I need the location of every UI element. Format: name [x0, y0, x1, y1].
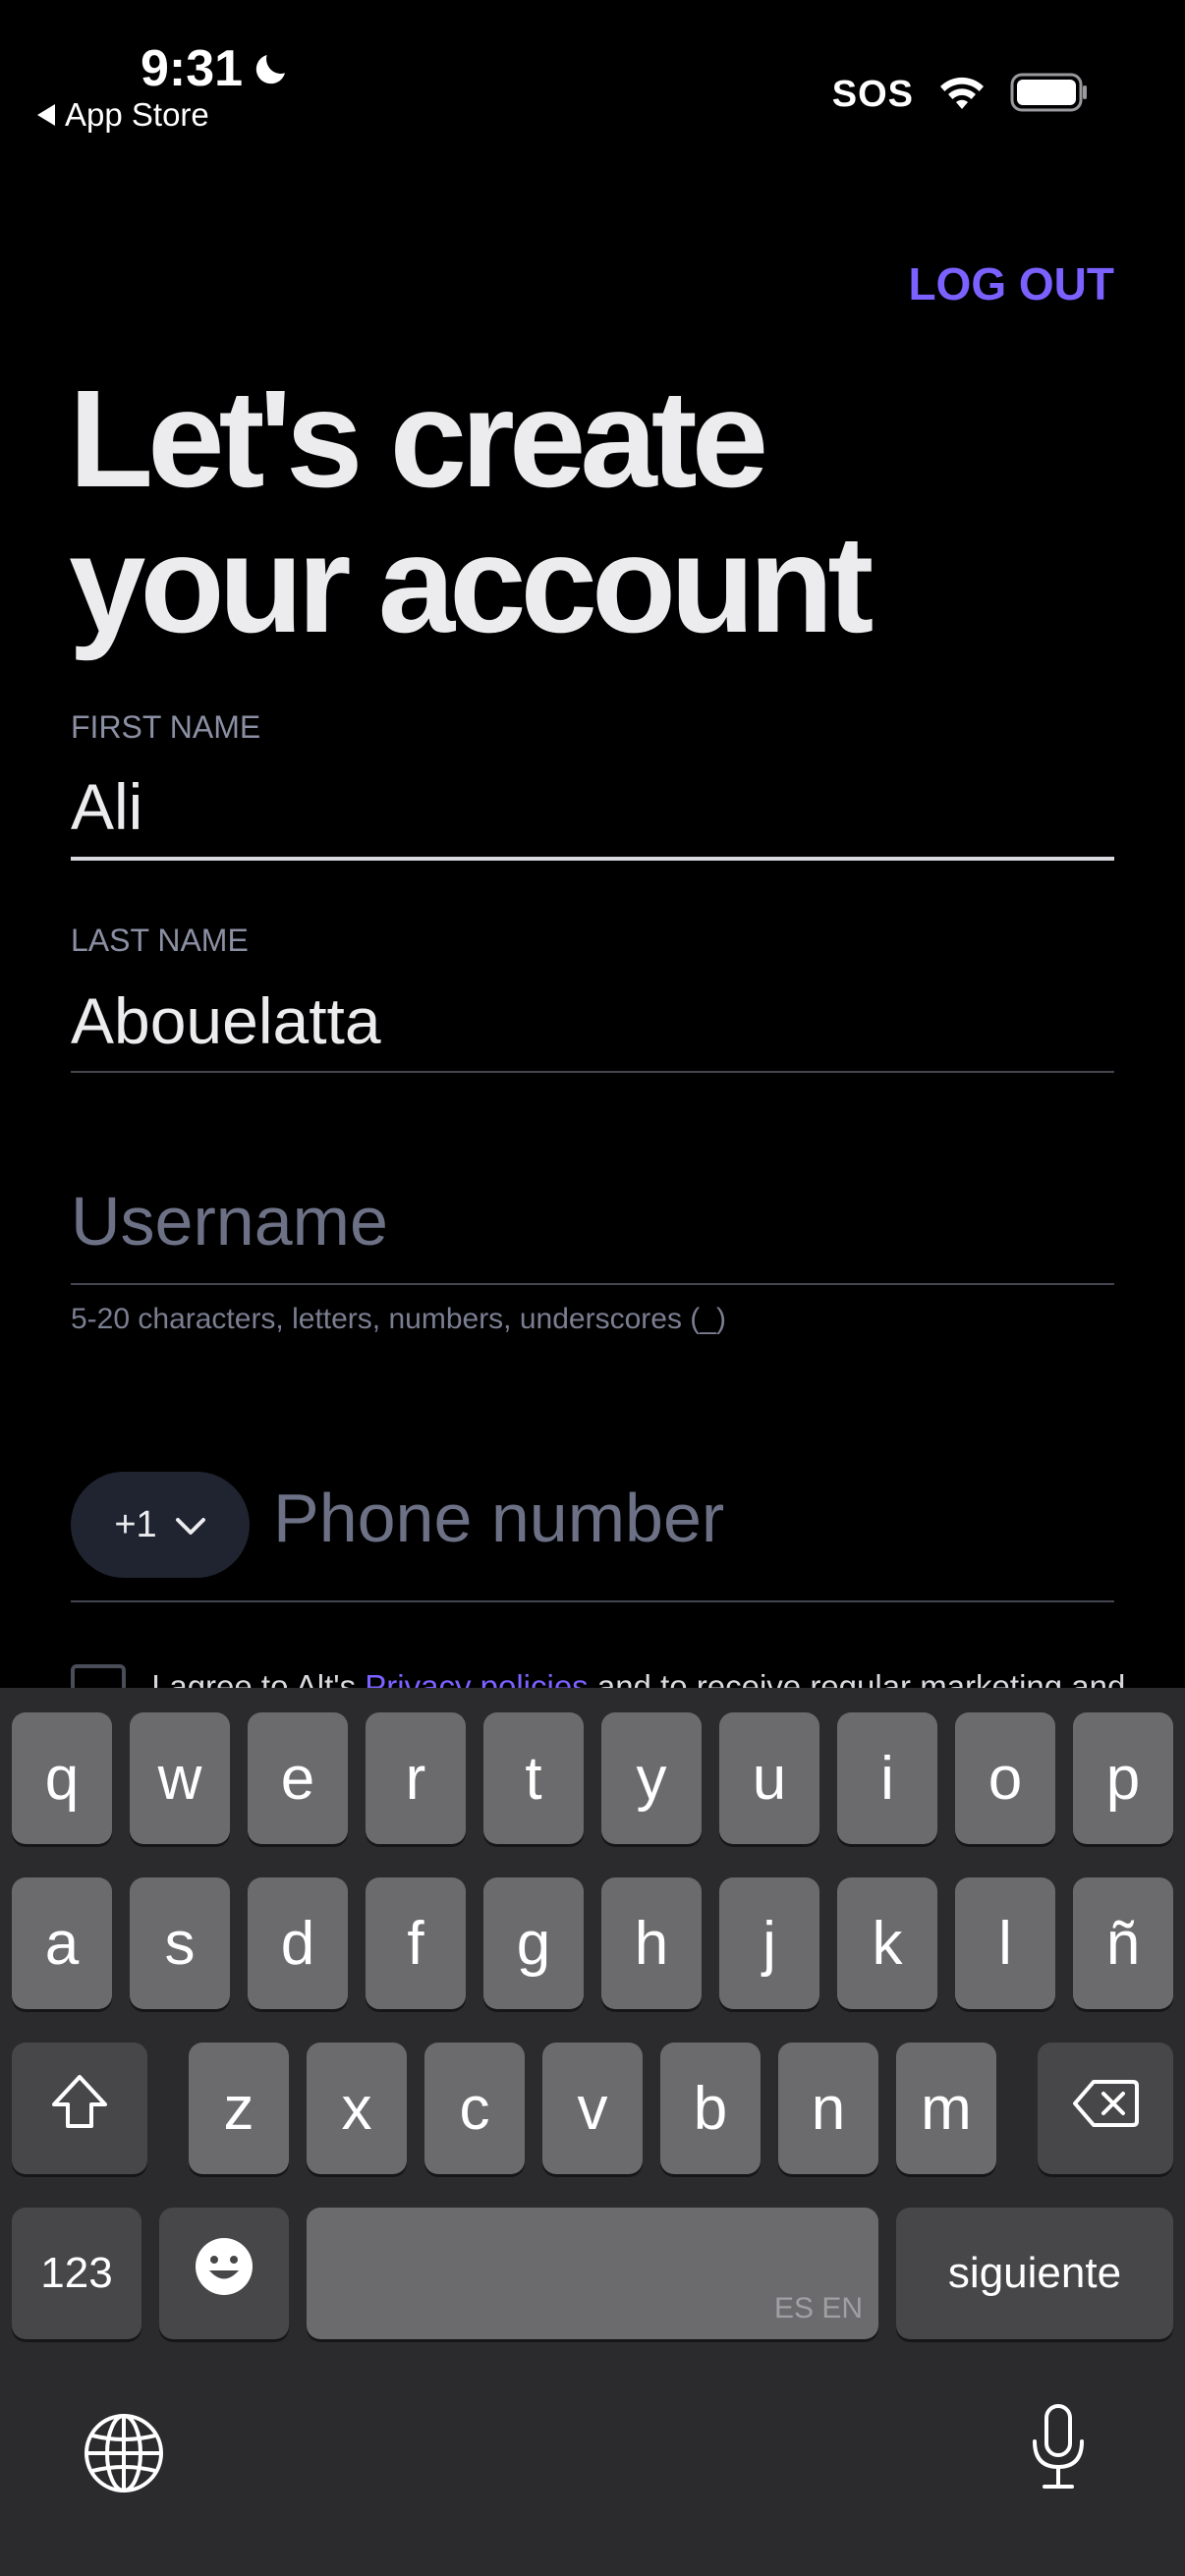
keyboard-languages: ES EN — [773, 2292, 863, 2324]
back-arrow-icon — [37, 104, 55, 126]
consent-row: I agree to Alt's Privacy policies and to… — [71, 1664, 1125, 1719]
username-helper-text: 5-20 characters, letters, numbers, under… — [71, 1303, 726, 1335]
key-b[interactable]: b — [660, 2043, 761, 2174]
key-g[interactable]: g — [483, 1877, 584, 2009]
delete-key[interactable] — [1038, 2043, 1173, 2174]
country-code-selector[interactable]: +1 — [71, 1472, 250, 1578]
keyboard-bottom-bar — [0, 2380, 1185, 2528]
chevron-down-icon — [175, 1504, 206, 1546]
key-h[interactable]: h — [601, 1877, 702, 2009]
keyboard-row-3: z x c v b n m — [0, 2043, 1185, 2174]
first-name-underline — [71, 857, 1114, 861]
emoji-key[interactable] — [159, 2208, 289, 2339]
globe-icon[interactable] — [83, 2412, 165, 2499]
phone-underline — [71, 1600, 1114, 1602]
shift-icon — [49, 2073, 110, 2145]
battery-icon — [1010, 73, 1089, 117]
keyboard-row-1: q w e r t y u i o p — [0, 1712, 1185, 1844]
key-f[interactable]: f — [366, 1877, 466, 2009]
first-name-label: FIRST NAME — [71, 709, 261, 745]
key-p[interactable]: p — [1073, 1712, 1173, 1844]
time-text: 9:31 — [141, 40, 244, 97]
keyboard-row-4: 123 ES EN siguiente — [0, 2208, 1185, 2339]
sos-indicator: SOS — [831, 74, 914, 115]
keyboard-row-2: a s d f g h j k l ñ — [0, 1877, 1185, 2009]
emoji-icon — [194, 2236, 254, 2312]
title-line-2: your account — [69, 506, 874, 661]
moon-icon — [251, 48, 292, 89]
key-o[interactable]: o — [955, 1712, 1055, 1844]
last-name-field[interactable] — [71, 977, 1112, 1065]
key-m[interactable]: m — [896, 2043, 996, 2174]
key-z[interactable]: z — [189, 2043, 289, 2174]
key-s[interactable]: s — [130, 1877, 230, 2009]
space-key[interactable]: ES EN — [307, 2208, 878, 2339]
key-x[interactable]: x — [307, 2043, 407, 2174]
backspace-icon — [1072, 2074, 1139, 2144]
key-k[interactable]: k — [837, 1877, 937, 2009]
logout-button[interactable]: LOG OUT — [908, 257, 1114, 310]
country-code: +1 — [114, 1503, 157, 1545]
key-u[interactable]: u — [719, 1712, 819, 1844]
key-t[interactable]: t — [483, 1712, 584, 1844]
back-app-label: App Store — [65, 96, 209, 133]
key-v[interactable]: v — [542, 2043, 643, 2174]
key-c[interactable]: c — [424, 2043, 525, 2174]
username-underline — [71, 1283, 1114, 1285]
key-y[interactable]: y — [601, 1712, 702, 1844]
return-key[interactable]: siguiente — [896, 2208, 1173, 2339]
key-e[interactable]: e — [248, 1712, 348, 1844]
key-n-tilde[interactable]: ñ — [1073, 1877, 1173, 2009]
page-title: Let's create your account — [69, 365, 1051, 656]
phone-number-field[interactable]: Phone number — [273, 1479, 724, 1557]
last-name-underline — [71, 1071, 1114, 1073]
numbers-key[interactable]: 123 — [12, 2208, 141, 2339]
title-line-1: Let's create — [69, 361, 768, 516]
keyboard: q w e r t y u i o p a s d f g h j k l ñ … — [0, 1688, 1185, 2576]
wifi-icon — [937, 74, 987, 116]
key-i[interactable]: i — [837, 1712, 937, 1844]
key-a[interactable]: a — [12, 1877, 112, 2009]
username-field[interactable]: Username — [71, 1182, 388, 1260]
back-to-app-store[interactable]: App Store — [37, 96, 209, 134]
status-indicators: SOS — [832, 73, 1089, 117]
shift-key[interactable] — [12, 2043, 147, 2174]
key-q[interactable]: q — [12, 1712, 112, 1844]
last-name-label: LAST NAME — [71, 923, 249, 958]
microphone-icon[interactable] — [1028, 2402, 1089, 2497]
key-r[interactable]: r — [366, 1712, 466, 1844]
key-d[interactable]: d — [248, 1877, 348, 2009]
status-time: 9:31 — [141, 39, 292, 98]
key-j[interactable]: j — [719, 1877, 819, 2009]
first-name-field[interactable] — [71, 762, 1112, 851]
key-l[interactable]: l — [955, 1877, 1055, 2009]
key-n[interactable]: n — [778, 2043, 878, 2174]
key-w[interactable]: w — [130, 1712, 230, 1844]
